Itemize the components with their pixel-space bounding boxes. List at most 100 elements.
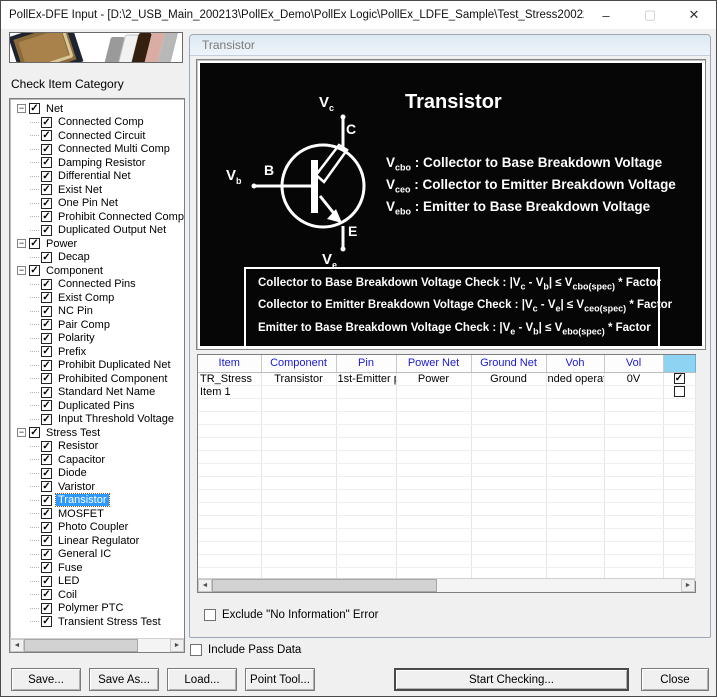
column-header-ground-net[interactable]: Ground Net (471, 355, 547, 373)
checkbox-icon[interactable]: ✓ (29, 265, 40, 277)
tree-item-damping-resistor[interactable]: ✓ Damping Resistor (14, 156, 184, 170)
checkbox-icon[interactable]: ✓ (41, 413, 52, 425)
checkbox-icon[interactable]: ✓ (29, 103, 40, 115)
include-pass-data-checkbox[interactable]: Include Pass Data (190, 644, 301, 656)
checkbox-icon[interactable]: ✓ (673, 373, 685, 384)
table-empty-row[interactable] (198, 541, 696, 555)
table-empty-row[interactable] (198, 437, 696, 451)
collapse-icon[interactable]: − (17, 239, 26, 249)
tree-item-linear-regulator[interactable]: ✓ Linear Regulator (14, 534, 184, 548)
tree-item-photo-coupler[interactable]: ✓ Photo Coupler (14, 521, 184, 535)
checkbox-icon[interactable]: ✓ (41, 616, 52, 628)
scroll-right-icon[interactable]: ► (681, 579, 695, 592)
cell-ground-net[interactable]: Ground (471, 372, 547, 386)
tree-item-resistor[interactable]: ✓ Resistor (14, 440, 184, 454)
cell-item[interactable]: Item 1 (198, 385, 262, 399)
checkbox-icon[interactable]: ✓ (41, 346, 52, 358)
checkbox-icon[interactable]: ✓ (41, 292, 52, 304)
tree-item-mosfet[interactable]: ✓ MOSFET (14, 507, 184, 521)
tree-item-capacitor[interactable]: ✓ Capacitor (14, 453, 184, 467)
tree-item-diode[interactable]: ✓ Diode (14, 467, 184, 481)
checkbox-icon[interactable] (673, 386, 685, 397)
checkbox-icon[interactable]: ✓ (41, 184, 52, 196)
tree-item-connected-pins[interactable]: ✓ Connected Pins (14, 278, 184, 292)
checkbox-icon[interactable]: ✓ (41, 143, 52, 155)
checkbox-icon[interactable]: ✓ (29, 238, 40, 250)
tree-scroll-track[interactable] (24, 639, 170, 652)
tree-item-polarity[interactable]: ✓ Polarity (14, 332, 184, 346)
column-header-pin[interactable]: Pin (336, 355, 397, 373)
checkbox-icon[interactable]: ✓ (41, 251, 52, 263)
table-row[interactable]: TR_Stress Transistor 1st-Emitter p Power Gro… (198, 372, 696, 386)
scroll-left-icon[interactable]: ◄ (10, 639, 24, 652)
tree-item-prohibit-duplicated-net[interactable]: ✓ Prohibit Duplicated Net (14, 359, 184, 373)
checkbox-icon[interactable]: ✓ (41, 548, 52, 560)
cell-voh[interactable] (546, 385, 605, 399)
load-button[interactable]: Load... (167, 668, 237, 691)
tree-item-standard-net-name[interactable]: ✓ Standard Net Name (14, 386, 184, 400)
collapse-icon[interactable]: − (17, 104, 26, 114)
tree-item-prohibit-connected-comp[interactable]: ✓ Prohibit Connected Comp (14, 210, 184, 224)
checkbox-icon[interactable]: ✓ (41, 400, 52, 412)
column-header-check[interactable] (663, 355, 696, 373)
cell-power-net[interactable] (396, 385, 472, 399)
save-as-button[interactable]: Save As... (89, 668, 159, 691)
close-icon[interactable]: ✕ (672, 1, 716, 29)
tree-item-prohibited-component[interactable]: ✓ Prohibited Component (14, 372, 184, 386)
cell-item[interactable]: TR_Stress (198, 372, 262, 386)
tree-item-polymer-ptc[interactable]: ✓ Polymer PTC (14, 602, 184, 616)
table-empty-row[interactable] (198, 398, 696, 412)
tree-item-component[interactable]: − ✓ Component (14, 264, 184, 278)
tree-item-transistor[interactable]: ✓ Transistor (14, 493, 184, 508)
cell-check[interactable]: ✓ (663, 372, 696, 386)
cell-power-net[interactable]: Power (396, 372, 472, 386)
checkbox-icon[interactable]: ✓ (41, 170, 52, 182)
cell-voh[interactable]: nded operati (546, 372, 605, 386)
table-empty-row[interactable] (198, 450, 696, 464)
cell-vol[interactable]: 0V (604, 372, 664, 386)
tree-item-exist-comp[interactable]: ✓ Exist Comp (14, 291, 184, 305)
cell-pin[interactable]: 1st-Emitter p (336, 372, 397, 386)
table-empty-row[interactable] (198, 528, 696, 542)
cell-component[interactable]: Transistor (261, 372, 337, 386)
column-header-component[interactable]: Component (261, 355, 337, 373)
table-horizontal-scrollbar[interactable]: ◄ ► (198, 578, 695, 592)
table-empty-row[interactable] (198, 411, 696, 425)
tree-horizontal-scrollbar[interactable]: ◄ ► (10, 638, 184, 652)
tree-item-decap[interactable]: ✓ Decap (14, 251, 184, 265)
tree-item-net[interactable]: − ✓ Net (14, 102, 184, 116)
cell-component[interactable] (261, 385, 337, 399)
tree-item-duplicated-output-net[interactable]: ✓ Duplicated Output Net (14, 224, 184, 238)
scroll-right-icon[interactable]: ► (170, 639, 184, 652)
tree-item-power[interactable]: − ✓ Power (14, 237, 184, 251)
scroll-left-icon[interactable]: ◄ (198, 579, 212, 592)
cell-pin[interactable] (336, 385, 397, 399)
checkbox-icon[interactable]: ✓ (41, 521, 52, 533)
tree-item-connected-circuit[interactable]: ✓ Connected Circuit (14, 129, 184, 143)
tree-item-transient-stress-test[interactable]: ✓ Transient Stress Test (14, 615, 184, 629)
tree-item-stress-test[interactable]: − ✓ Stress Test (14, 426, 184, 440)
exclude-no-info-checkbox[interactable]: Exclude "No Information" Error (204, 609, 378, 621)
checkbox-icon[interactable]: ✓ (41, 481, 52, 493)
table-empty-row[interactable] (198, 463, 696, 477)
table-row[interactable]: Item 1 (198, 385, 696, 399)
cell-vol[interactable] (604, 385, 664, 399)
tree-item-duplicated-pins[interactable]: ✓ Duplicated Pins (14, 399, 184, 413)
tree-item-input-threshold-voltage[interactable]: ✓ Input Threshold Voltage (14, 413, 184, 427)
collapse-icon[interactable]: − (17, 428, 26, 438)
checkbox-icon[interactable]: ✓ (41, 575, 52, 587)
table-scroll-track[interactable] (212, 579, 681, 592)
checkbox-icon[interactable]: ✓ (41, 602, 52, 614)
table-empty-row[interactable] (198, 489, 696, 503)
checkbox-box[interactable] (204, 609, 216, 621)
tree-item-connected-multi-comp[interactable]: ✓ Connected Multi Comp (14, 143, 184, 157)
table-empty-row[interactable] (198, 424, 696, 438)
checkbox-icon[interactable]: ✓ (41, 224, 52, 236)
checkbox-icon[interactable]: ✓ (41, 373, 52, 385)
table-empty-row[interactable] (198, 515, 696, 529)
tree-item-nc-pin[interactable]: ✓ NC Pin (14, 305, 184, 319)
column-header-power-net[interactable]: Power Net (396, 355, 472, 373)
checkbox-icon[interactable]: ✓ (41, 197, 52, 209)
tree-item-differential-net[interactable]: ✓ Differential Net (14, 170, 184, 184)
column-header-item[interactable]: Item (198, 355, 262, 373)
